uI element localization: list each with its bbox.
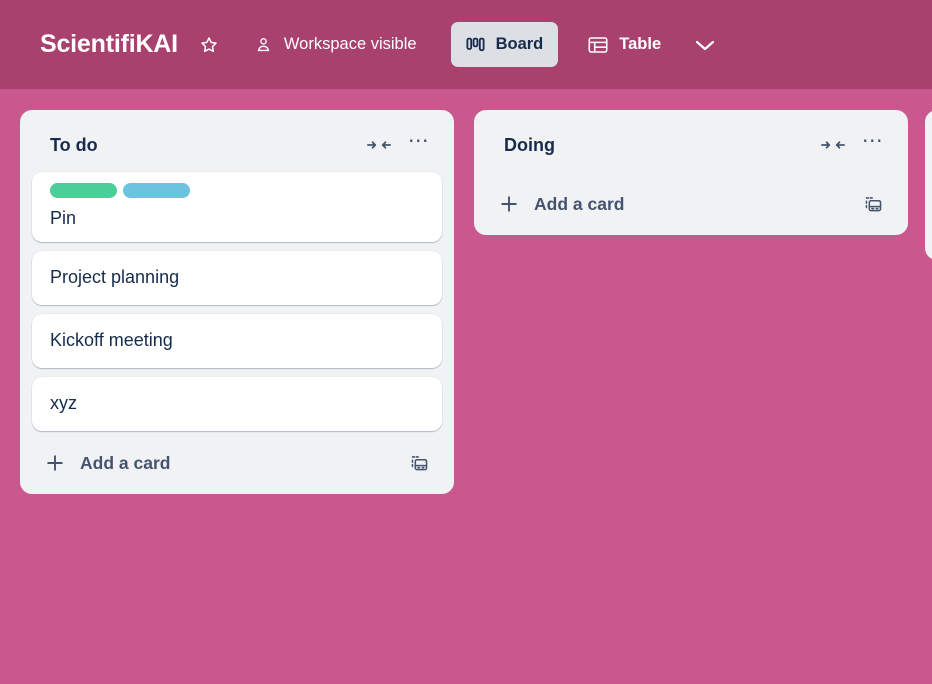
blue-label[interactable] bbox=[123, 183, 190, 198]
card[interactable]: xyz bbox=[32, 377, 442, 432]
more-views-button[interactable] bbox=[685, 27, 725, 63]
list-doing: Doing ⋯ Add a card bbox=[474, 110, 908, 235]
list-actions-button[interactable]: ⋯ bbox=[402, 124, 436, 167]
card-title: Pin bbox=[50, 208, 77, 228]
tab-table[interactable]: Table bbox=[578, 28, 671, 62]
list-actions-ellipsis-icon: ⋯ bbox=[861, 128, 885, 152]
person-outline-icon bbox=[254, 35, 273, 54]
board-header: ScientifiKAI Workspace visible Board Tab… bbox=[0, 0, 932, 89]
list-actions-ellipsis-icon: ⋯ bbox=[407, 128, 431, 152]
board-columns-icon bbox=[466, 36, 485, 54]
star-board-button[interactable] bbox=[192, 28, 226, 62]
card[interactable]: Kickoff meeting bbox=[32, 314, 442, 369]
collapse-list-button[interactable] bbox=[362, 128, 396, 162]
card-list: Pin Project planning Kickoff meeting xyz bbox=[28, 172, 446, 432]
add-card-label: Add a card bbox=[534, 193, 625, 214]
list-header: To do ⋯ bbox=[28, 118, 446, 172]
tab-board[interactable]: Board bbox=[450, 22, 559, 67]
card-title: xyz bbox=[50, 393, 77, 414]
card-title: Kickoff meeting bbox=[50, 330, 173, 351]
add-card-button[interactable]: Add a card bbox=[482, 181, 900, 227]
tab-table-label: Table bbox=[619, 35, 662, 53]
add-card-button[interactable]: Add a card bbox=[28, 440, 446, 486]
card-template-icon bbox=[864, 195, 883, 214]
list-to-do: To do ⋯ Pin Project planning Kickoff mee… bbox=[20, 110, 454, 495]
create-from-template-button[interactable] bbox=[858, 189, 888, 219]
card-labels bbox=[50, 183, 428, 198]
card-template-icon bbox=[410, 454, 429, 473]
collapse-list-button[interactable] bbox=[816, 128, 850, 162]
collapse-arrows-icon bbox=[821, 138, 845, 152]
card[interactable]: Pin bbox=[32, 172, 442, 243]
board-canvas: To do ⋯ Pin Project planning Kickoff mee… bbox=[0, 89, 932, 684]
collapse-arrows-icon bbox=[367, 138, 391, 152]
card[interactable]: Project planning bbox=[32, 251, 442, 306]
green-label[interactable] bbox=[50, 183, 117, 198]
create-from-template-button[interactable] bbox=[404, 448, 434, 478]
list-actions-button[interactable]: ⋯ bbox=[856, 124, 890, 167]
card-title: Project planning bbox=[50, 267, 180, 288]
add-card-label: Add a card bbox=[80, 452, 171, 473]
workspace-visibility-label: Workspace visible bbox=[283, 35, 417, 53]
board-title: ScientifiKAI bbox=[40, 30, 178, 58]
plus-icon bbox=[498, 193, 520, 215]
tab-board-label: Board bbox=[495, 35, 544, 53]
chevron-down-icon bbox=[694, 38, 716, 52]
star-outline-icon bbox=[199, 35, 219, 55]
list-title: To do bbox=[50, 134, 98, 155]
list-header: Doing ⋯ bbox=[482, 118, 900, 172]
list-title: Doing bbox=[504, 134, 555, 155]
next-list-edge[interactable] bbox=[925, 110, 932, 260]
workspace-visibility-button[interactable]: Workspace visible bbox=[244, 28, 427, 62]
plus-icon bbox=[44, 452, 66, 474]
table-grid-icon bbox=[588, 36, 608, 54]
